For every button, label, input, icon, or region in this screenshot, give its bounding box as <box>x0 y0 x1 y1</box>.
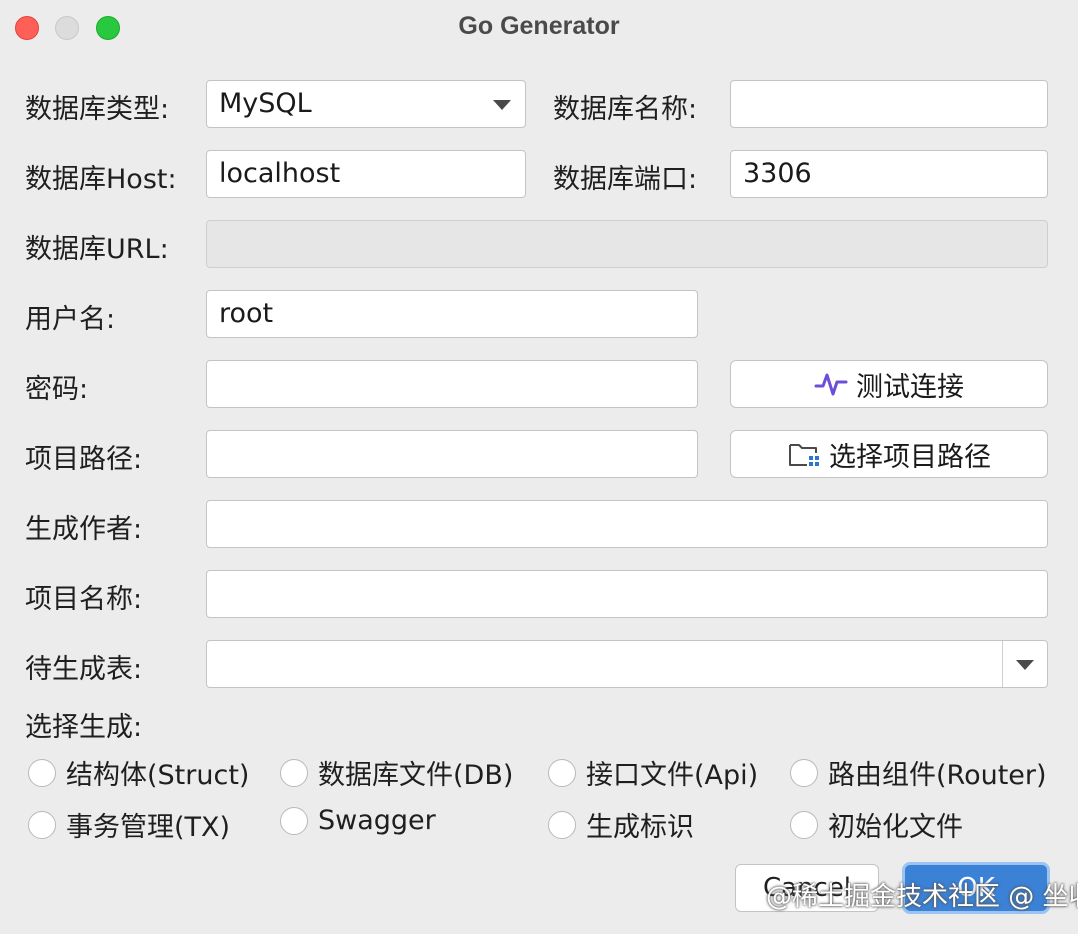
db-port-input[interactable]: 3306 <box>730 150 1048 198</box>
radio-circle[interactable] <box>790 810 818 839</box>
option-identifier[interactable]: 生成标识 <box>548 805 694 844</box>
option-init-file[interactable]: 初始化文件 <box>790 805 963 844</box>
test-connection-label: 测试连接 <box>856 371 964 403</box>
radio-circle[interactable] <box>28 810 56 839</box>
generate-label: 选择生成: <box>25 712 143 743</box>
radio-circle[interactable] <box>790 758 818 787</box>
option-api[interactable]: 接口文件(Api) <box>548 753 758 792</box>
project-name-label: 项目名称: <box>25 584 143 615</box>
choose-project-path-label: 选择项目路径 <box>829 441 991 473</box>
pulse-icon <box>814 373 848 396</box>
db-host-input[interactable]: localhost <box>206 150 526 198</box>
option-label: 生成标识 <box>586 812 694 843</box>
folder-icon <box>789 444 819 466</box>
db-name-label: 数据库名称: <box>553 94 698 125</box>
chevron-down-icon <box>493 100 511 110</box>
password-input[interactable] <box>206 360 698 408</box>
option-label: 接口文件(Api) <box>586 760 759 791</box>
radio-circle[interactable] <box>28 758 56 787</box>
project-path-input[interactable] <box>206 430 698 478</box>
project-name-input[interactable] <box>206 570 1048 618</box>
chevron-down-icon[interactable] <box>1016 660 1034 670</box>
option-struct[interactable]: 结构体(Struct) <box>28 753 249 792</box>
option-label: 路由组件(Router) <box>828 760 1047 791</box>
radio-circle[interactable] <box>548 758 576 787</box>
username-input[interactable]: root <box>206 290 698 338</box>
db-type-select[interactable]: MySQL <box>206 80 526 128</box>
username-label: 用户名: <box>25 304 116 335</box>
db-url-input <box>206 220 1048 268</box>
radio-circle[interactable] <box>280 806 308 835</box>
test-connection-button[interactable]: 测试连接 <box>730 360 1048 408</box>
tables-label: 待生成表: <box>25 654 143 685</box>
radio-circle[interactable] <box>280 758 308 787</box>
radio-circle[interactable] <box>548 810 576 839</box>
option-label: 数据库文件(DB) <box>318 760 514 791</box>
project-path-label: 项目路径: <box>25 444 143 475</box>
option-db[interactable]: 数据库文件(DB) <box>280 753 513 792</box>
db-type-label: 数据库类型: <box>25 94 170 125</box>
option-tx[interactable]: 事务管理(TX) <box>28 805 230 844</box>
db-host-label: 数据库Host: <box>25 164 177 195</box>
db-port-label: 数据库端口: <box>553 164 698 195</box>
watermark-text: @稀土掘金技术社区 @ 坐收日落 <box>766 882 1078 912</box>
db-type-value: MySQL <box>219 88 312 119</box>
go-generator-dialog: Go Generator 数据库类型: MySQL 数据库名称: 数据库Host… <box>0 0 1078 934</box>
option-label: Swagger <box>318 805 436 836</box>
choose-project-path-button[interactable]: 选择项目路径 <box>730 430 1048 478</box>
window-title: Go Generator <box>458 12 620 40</box>
combo-divider <box>1002 641 1003 687</box>
tables-combobox[interactable] <box>206 640 1048 688</box>
option-label: 结构体(Struct) <box>66 760 250 791</box>
option-label: 事务管理(TX) <box>66 812 231 843</box>
db-name-input[interactable] <box>730 80 1048 128</box>
option-label: 初始化文件 <box>828 812 963 843</box>
password-label: 密码: <box>25 374 89 405</box>
option-swagger[interactable]: Swagger <box>280 805 436 836</box>
db-url-label: 数据库URL: <box>25 234 169 265</box>
author-input[interactable] <box>206 500 1048 548</box>
author-label: 生成作者: <box>25 514 143 545</box>
option-router[interactable]: 路由组件(Router) <box>790 753 1047 792</box>
